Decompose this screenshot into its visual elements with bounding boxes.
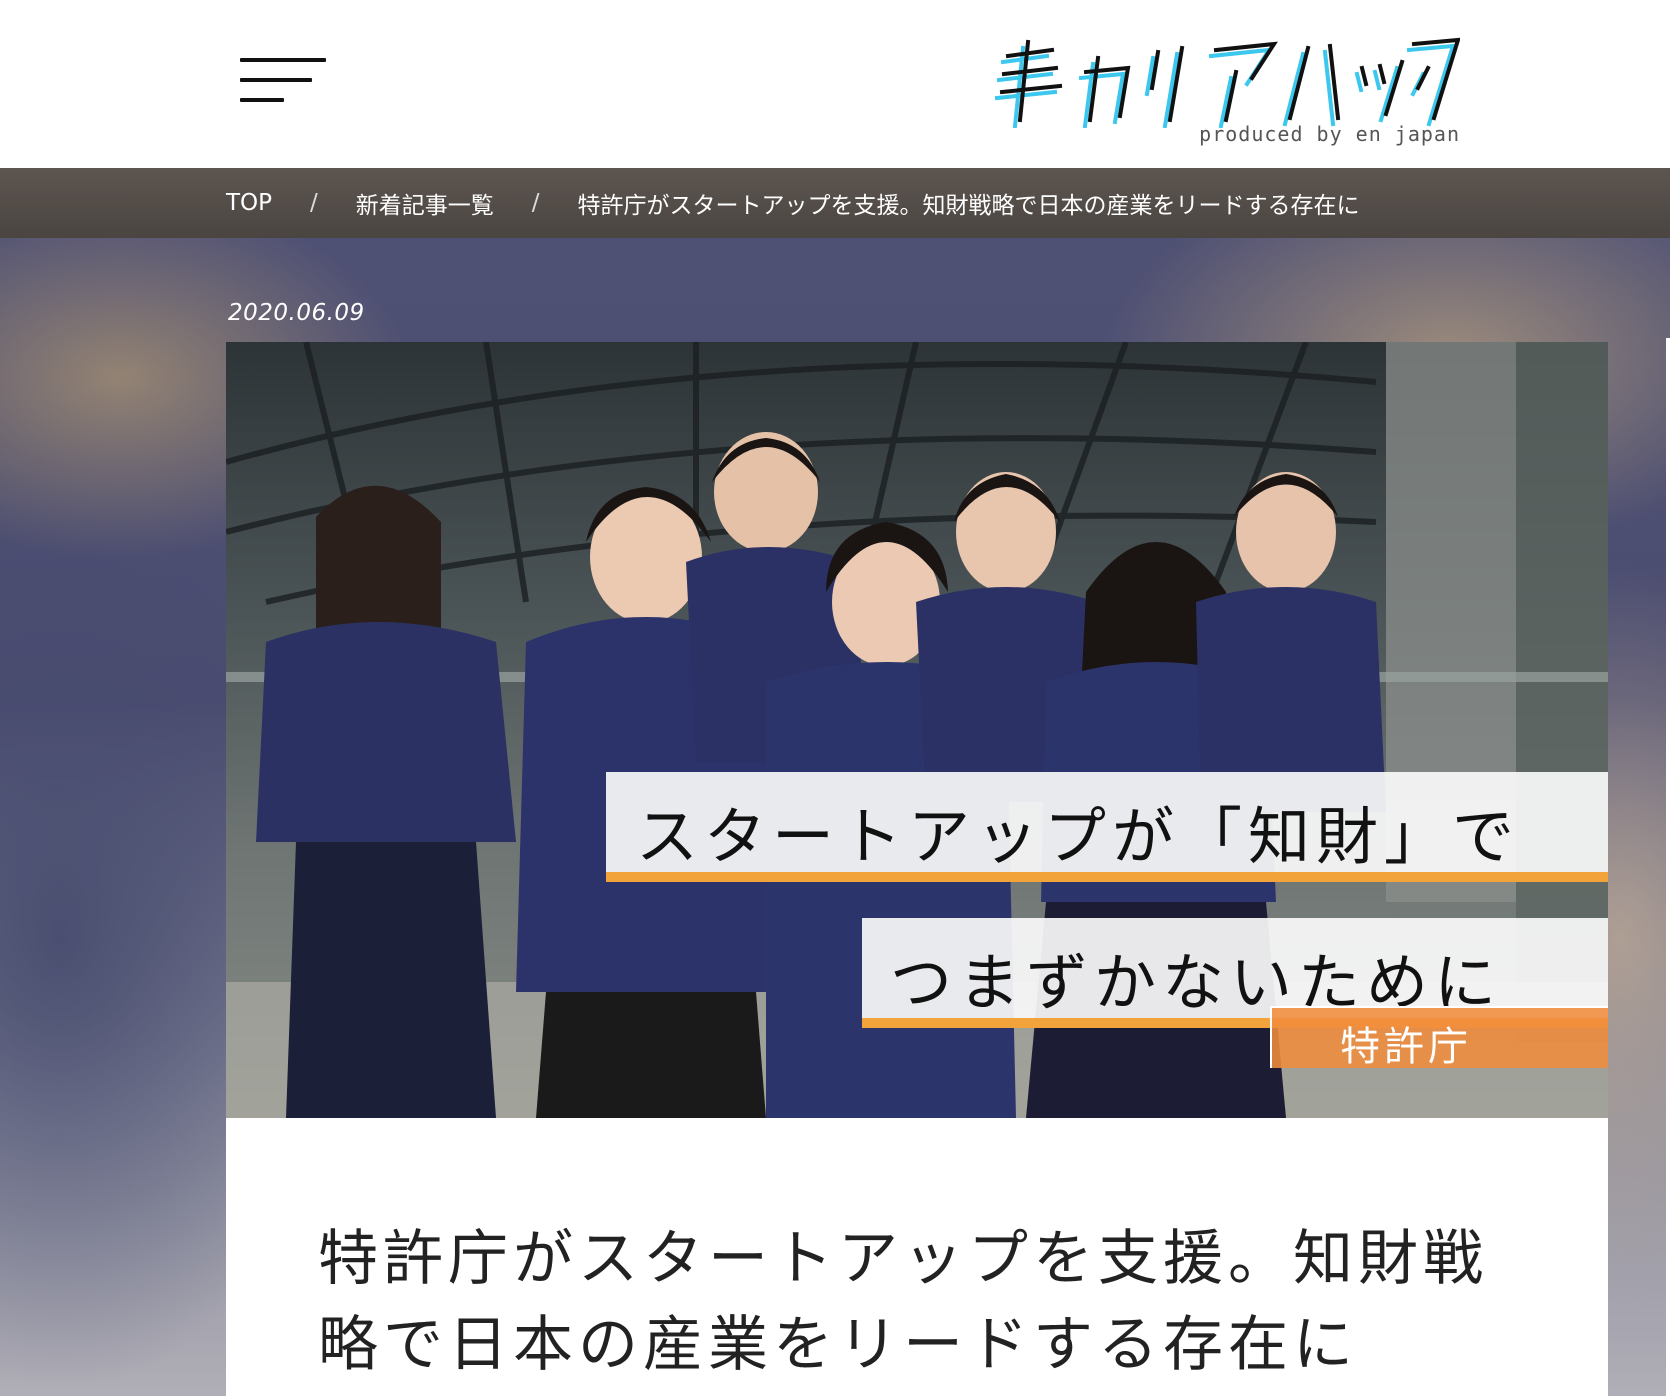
menu-icon-line <box>240 78 312 82</box>
breadcrumb-new-articles[interactable]: 新着記事一覧 <box>356 186 494 220</box>
image-caption-line1-text: スタートアップが「知財」で <box>636 800 1521 873</box>
logo-subtitle: produced by en japan <box>1199 122 1460 146</box>
article-card: 特許庁がスタートアップを支援。知財戦略で日本の産業をリードする存在に <box>226 1118 1608 1396</box>
breadcrumb: TOP / 新着記事一覧 / 特許庁がスタートアップを支援。知財戦略で日本の産業… <box>0 168 1670 238</box>
caption-underline <box>606 872 1608 882</box>
menu-icon[interactable] <box>240 56 326 106</box>
article-date: 2020.06.09 <box>228 300 365 326</box>
breadcrumb-separator: / <box>531 190 540 216</box>
page-edge <box>1666 338 1670 1396</box>
image-caption-tag: 特許庁 <box>1270 1006 1608 1070</box>
article-title: 特許庁がスタートアップを支援。知財戦略で日本の産業をリードする存在に <box>318 1224 1488 1380</box>
image-caption-tag-text: 特許庁 <box>1340 1024 1472 1070</box>
logo-mark <box>994 37 1461 129</box>
site-logo[interactable]: produced by en japan <box>990 28 1461 152</box>
image-caption-line2: つまずかないために <box>862 918 1608 1028</box>
menu-icon-line <box>240 58 326 62</box>
article-hero-image: スタートアップが「知財」で つまずかないために 特許庁 <box>226 342 1608 1118</box>
menu-icon-line <box>240 98 284 102</box>
breadcrumb-top[interactable]: TOP <box>226 190 272 216</box>
site-header: produced by en japan <box>0 0 1670 168</box>
breadcrumb-separator: / <box>310 190 318 216</box>
breadcrumb-current: 特許庁がスタートアップを支援。知財戦略で日本の産業をリードする存在に <box>577 193 1360 219</box>
image-caption-line1: スタートアップが「知財」で <box>606 772 1608 882</box>
